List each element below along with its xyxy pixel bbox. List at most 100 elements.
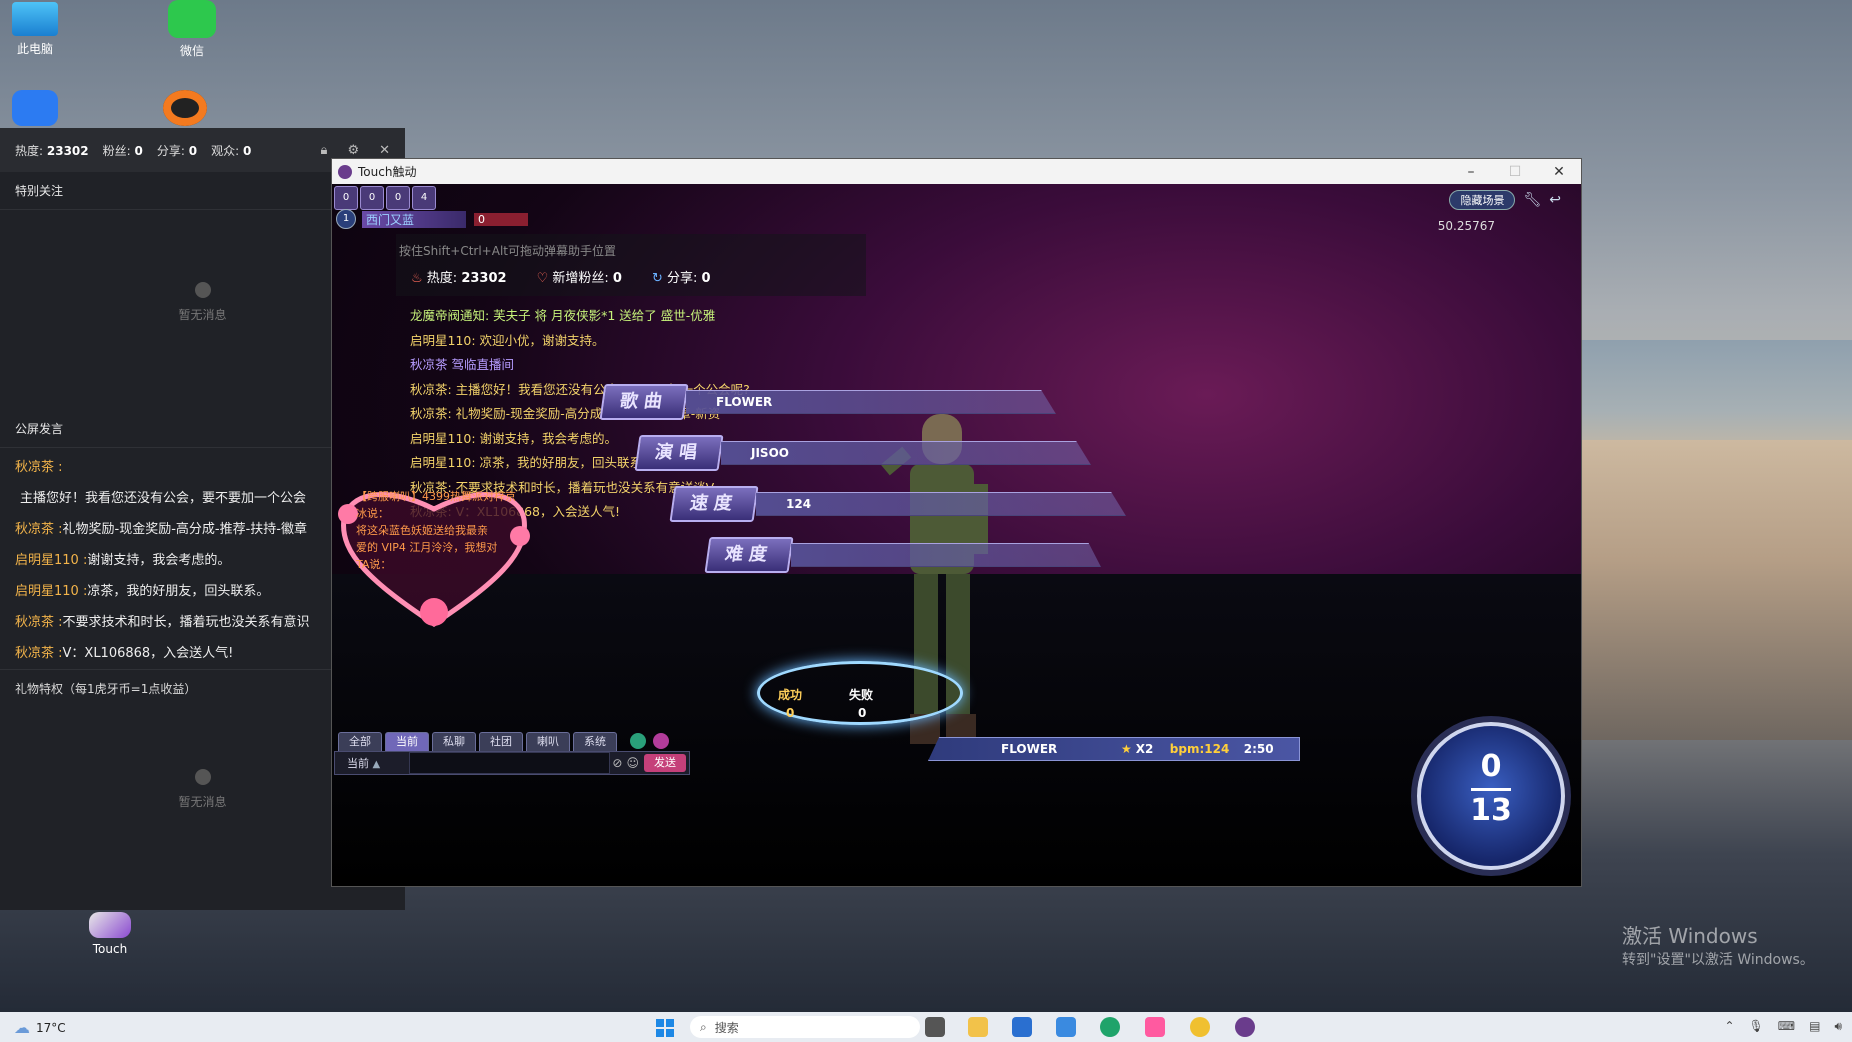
mic-icon[interactable]: 🎙︎ xyxy=(1749,1019,1764,1034)
heat-stat: ♨︎ 热度: 23302 xyxy=(411,271,507,286)
settings-icon[interactable]: ⚙︎ xyxy=(347,143,359,158)
weather-widget[interactable]: ☁︎ 17°C xyxy=(14,1018,66,1037)
taskbar-search[interactable]: ⌕ 搜索 xyxy=(690,1016,920,1038)
beach-background xyxy=(1580,440,1852,740)
desktop-icon-touch[interactable]: Touch xyxy=(65,912,155,956)
close-icon[interactable]: ✕ xyxy=(379,143,390,158)
emoji-icon[interactable] xyxy=(630,733,646,749)
difficulty-value xyxy=(791,543,1101,567)
tab-all[interactable]: 全部 xyxy=(338,732,382,752)
speed-bar: 速度 124 xyxy=(669,486,1126,522)
star-icon: ★ xyxy=(1121,742,1132,756)
combo-current: 0 xyxy=(1480,749,1502,784)
tab-club[interactable]: 社团 xyxy=(479,732,523,752)
stage-top-right-controls: 隐藏场景 🔧︎ ↩ xyxy=(1449,190,1561,210)
close-icon[interactable]: ✕ xyxy=(1537,164,1581,180)
desktop-icon-wechat[interactable]: 微信 xyxy=(147,0,237,59)
desktop-icon-label: 微信 xyxy=(179,44,204,58)
chat-channel-tabs: 全部 当前 私聊 社团 喇叭 系统 xyxy=(338,732,669,752)
minimize-icon[interactable]: – xyxy=(1449,164,1493,180)
hide-scene-button[interactable]: 隐藏场景 xyxy=(1449,190,1516,210)
exp-badge[interactable]: 0 xyxy=(334,186,358,210)
player-rank: 1 xyxy=(336,209,356,229)
edge-icon[interactable] xyxy=(1100,1017,1120,1037)
tab-broadcast[interactable]: 喇叭 xyxy=(526,732,570,752)
back-icon[interactable]: ↩ xyxy=(1549,192,1561,208)
channel-selector[interactable]: 当前 ▲ xyxy=(335,755,409,771)
bpm: bpm:124 xyxy=(1169,742,1230,756)
fail-label: 失败 xyxy=(849,688,874,702)
danmaku-assistant-overlay[interactable]: 按住Shift+Ctrl+Alt可拖动弹幕助手位置 ♨︎ 热度: 23302 ♡… xyxy=(396,234,866,296)
status-badges: 0 0 0 4 xyxy=(334,186,436,210)
player-score: 0 xyxy=(474,212,528,226)
share-stat: ↻ 分享: 0 xyxy=(651,271,711,286)
empty-icon xyxy=(194,282,211,298)
heart-bubble: 【跨服喇叭】4399热舞派对梓京冰说： 将这朵蓝色妖姬送给我最亲 爱的 VIP4… xyxy=(334,484,534,629)
heart-message: 【跨服喇叭】4399热舞派对梓京冰说： 将这朵蓝色妖姬送给我最亲 爱的 VIP4… xyxy=(356,490,516,571)
share-stat: 分享: 0 xyxy=(156,143,198,158)
now-playing-bar: FLOWER ★ X2 bpm:124 2:50 xyxy=(928,737,1300,761)
volume-icon[interactable]: 🔊︎ xyxy=(1834,1019,1842,1034)
lock-icon[interactable]: 🔒︎ xyxy=(321,143,328,158)
wechat-icon xyxy=(168,0,216,38)
now-playing-song: FLOWER xyxy=(1001,742,1058,756)
touch-taskbar-icon[interactable] xyxy=(1235,1017,1255,1037)
chat-input-row: 当前 ▲ ⊘ ☺ 发送 xyxy=(334,751,690,775)
app-yellow-icon[interactable] xyxy=(1190,1017,1210,1037)
fps-readout: 50.25767 xyxy=(1437,219,1495,233)
touch-app-icon xyxy=(89,912,131,938)
effect-icon[interactable] xyxy=(653,733,669,749)
speed-value: 124 xyxy=(756,492,1126,516)
app-logo-icon xyxy=(338,164,352,179)
speed-label: 速度 xyxy=(669,486,759,522)
wrench-icon[interactable]: 🔧︎ xyxy=(1523,192,1541,208)
star-badge[interactable]: 0 xyxy=(386,186,410,210)
drag-hint: 按住Shift+Ctrl+Alt可拖动弹幕助手位置 xyxy=(399,244,616,258)
tab-private[interactable]: 私聊 xyxy=(432,732,476,752)
app-m-icon xyxy=(12,90,58,126)
window-title: Touch触动 xyxy=(358,165,417,179)
desktop-icon-label: 此电脑 xyxy=(16,42,53,56)
send-button[interactable]: 发送 xyxy=(644,754,686,772)
store-icon[interactable] xyxy=(1012,1017,1032,1037)
game-stage: 0 0 0 4 1 西门又蓝 0 隐藏场景 🔧︎ ↩ 50.25767 按住Sh… xyxy=(332,184,1581,886)
share-icon: ↻ xyxy=(651,271,663,286)
desktop-icon-obs[interactable] xyxy=(140,90,230,130)
app-pink-icon[interactable] xyxy=(1145,1017,1165,1037)
coin-badge[interactable]: 0 xyxy=(360,186,384,210)
item-badge[interactable]: 4 xyxy=(412,186,436,210)
windows-start-icon[interactable] xyxy=(655,1018,675,1038)
record-icon xyxy=(163,90,207,126)
keyboard-icon[interactable]: ⌨︎ xyxy=(1778,1019,1795,1034)
combo-counter: 0 13 xyxy=(1417,722,1565,870)
empty-icon xyxy=(194,769,211,785)
new-fans-stat: ♡ 新增粉丝: 0 xyxy=(536,271,622,286)
song-title-bar: 歌曲 FLOWER xyxy=(599,384,1056,420)
chat-line: 龙魔帝阀通知: 芙夫子 将 月夜侠影*1 送给了 盛世-优雅 xyxy=(410,308,716,323)
tab-system[interactable]: 系统 xyxy=(573,732,617,752)
monitor-icon xyxy=(12,2,58,36)
song-time: 2:50 xyxy=(1243,742,1274,756)
window-titlebar[interactable]: Touch触动 – ☐ ✕ xyxy=(332,159,1581,184)
desktop-icon-app-m[interactable] xyxy=(0,90,80,130)
network-icon[interactable]: ▤ xyxy=(1809,1019,1820,1034)
tab-current[interactable]: 当前 xyxy=(385,732,429,752)
task-view-icon[interactable] xyxy=(925,1017,945,1037)
gift-privilege-title: 礼物特权（每1虎牙币=1点收益） xyxy=(15,682,197,696)
chat-input[interactable] xyxy=(409,752,611,774)
fire-icon: ♨︎ xyxy=(411,271,423,286)
app-m-taskbar-icon[interactable] xyxy=(1056,1017,1076,1037)
chevron-up-icon[interactable]: ⌃ xyxy=(1724,1019,1734,1034)
desktop-icon-this-pc[interactable]: 此电脑 xyxy=(0,0,80,57)
song-title-label: 歌曲 xyxy=(599,384,689,420)
no-icon[interactable]: ⊘ xyxy=(612,756,622,770)
chat-line: 启明星110: 欢迎小优，谢谢支持。 xyxy=(410,332,605,348)
folder-icon[interactable] xyxy=(968,1017,988,1037)
success-label: 成功 xyxy=(778,688,803,702)
smiley-icon[interactable]: ☺ xyxy=(626,756,639,770)
heart-icon: ♡ xyxy=(536,271,549,286)
difficulty-bar: 难度 xyxy=(704,537,1101,573)
maximize-icon[interactable]: ☐ xyxy=(1493,164,1537,180)
viewers-stat: 观众: 0 xyxy=(211,143,252,158)
difficulty-label: 难度 xyxy=(704,537,794,573)
